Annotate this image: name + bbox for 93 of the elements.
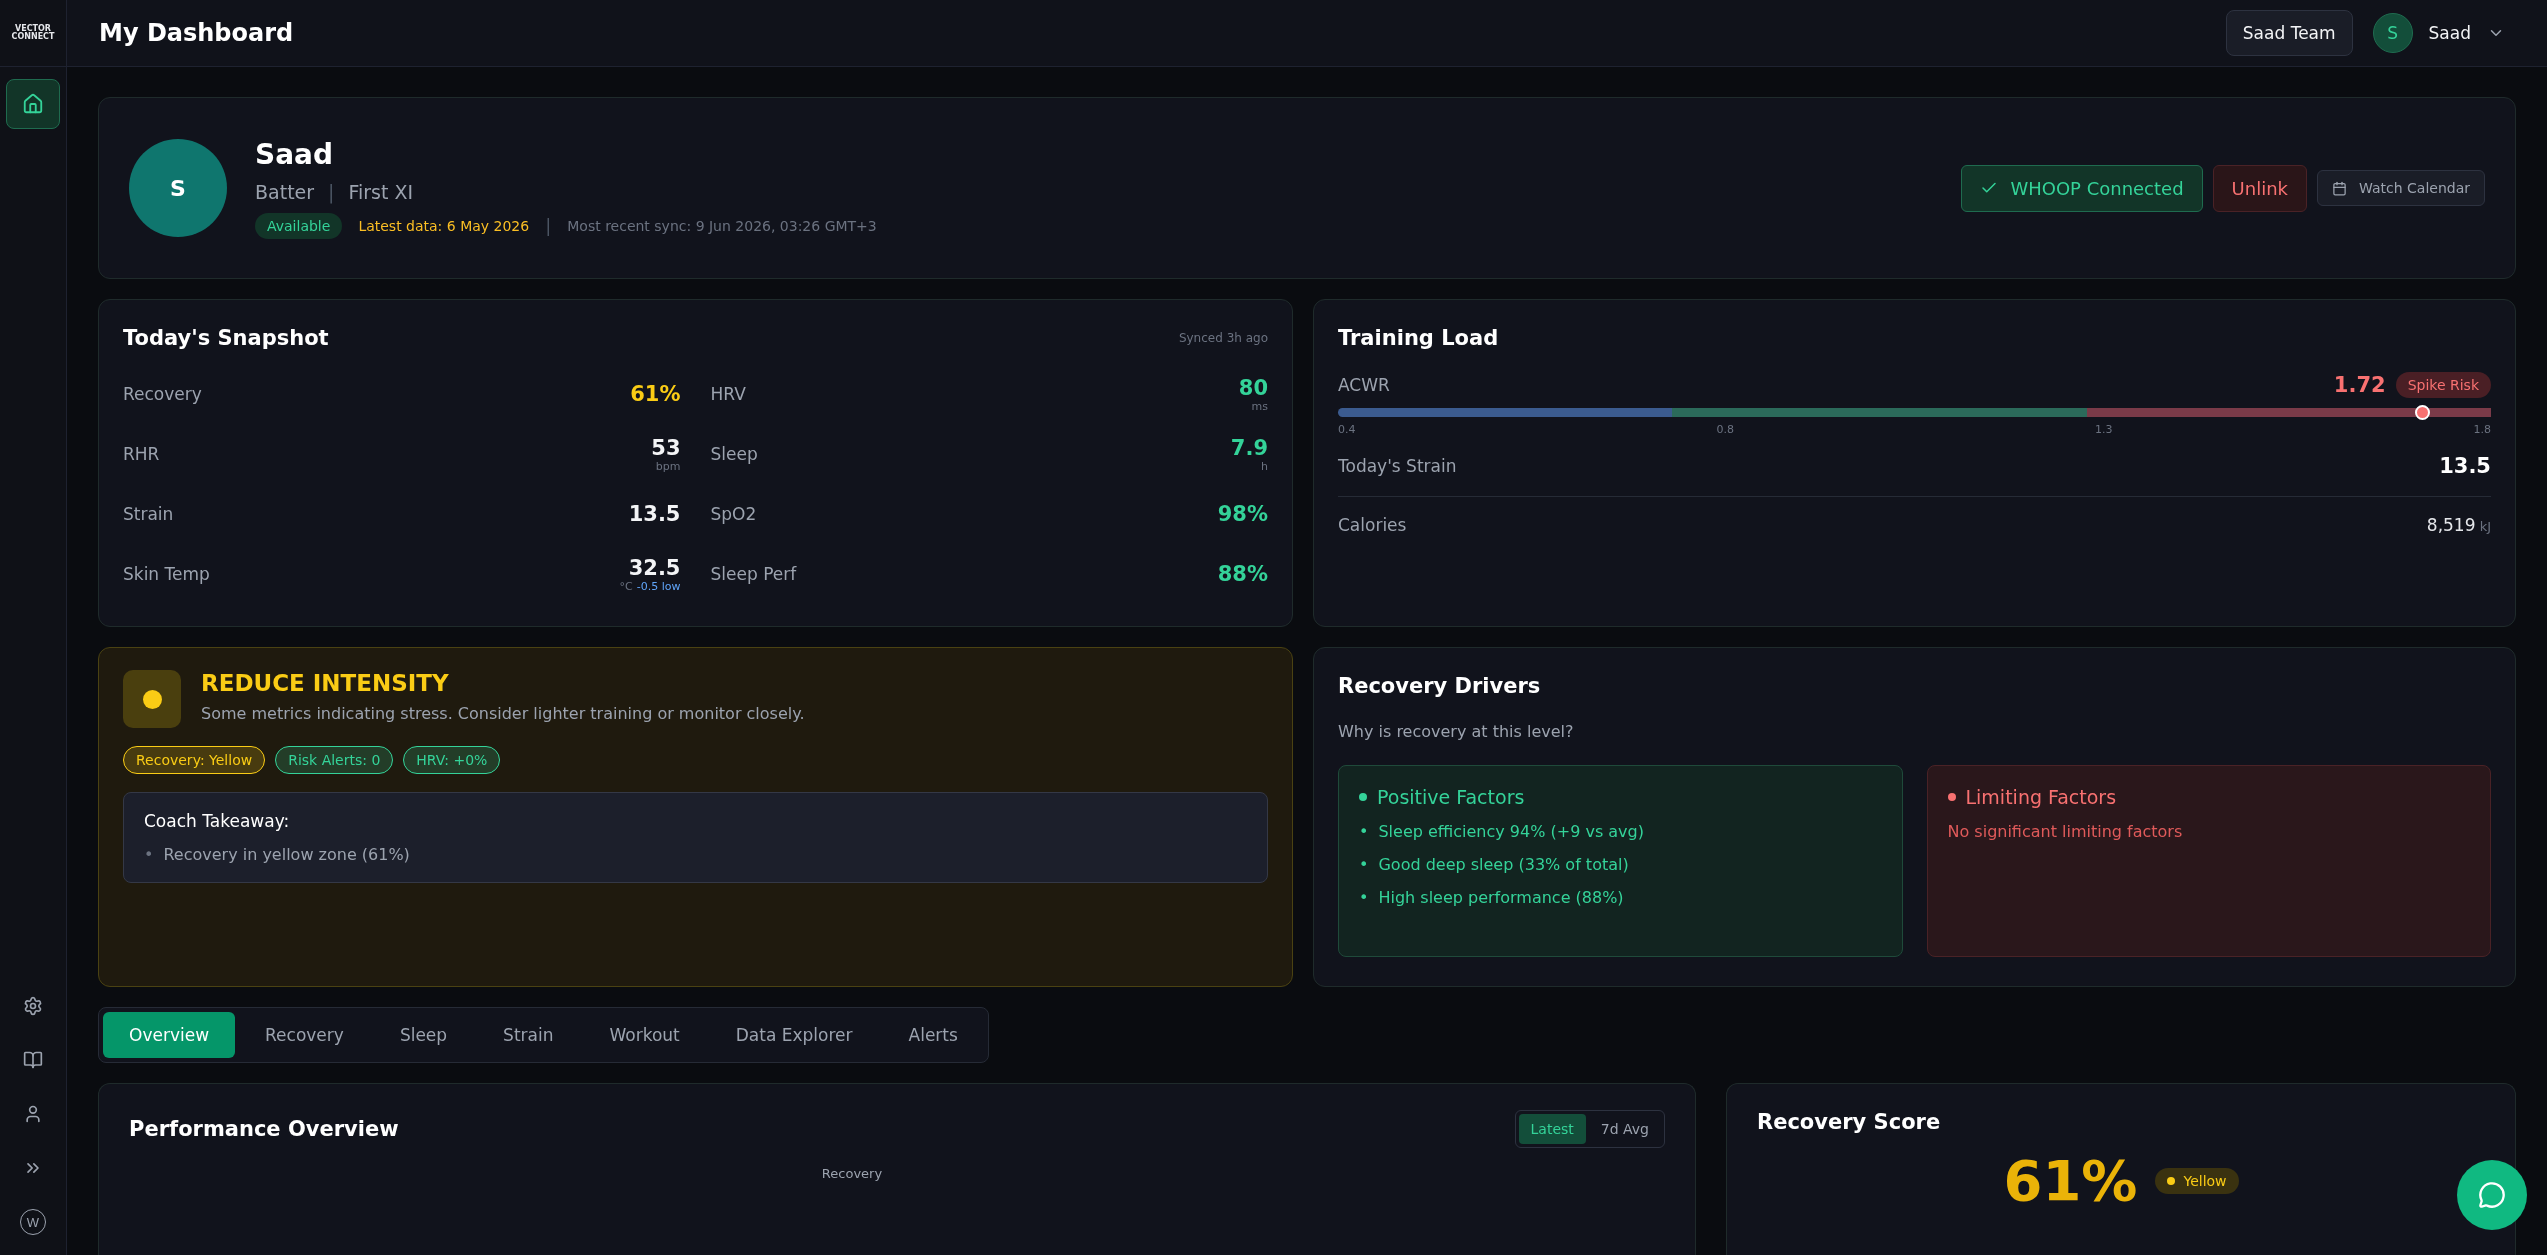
acwr-value: 1.72 xyxy=(2333,373,2386,397)
unlink-button[interactable]: Unlink xyxy=(2212,164,2307,212)
metric-label: Sleep Perf xyxy=(710,564,797,584)
bullet: • xyxy=(144,845,154,864)
acwr-label: ACWR xyxy=(1338,375,1390,395)
metric-label: SpO2 xyxy=(710,504,757,524)
metric-unit: °C xyxy=(619,579,633,593)
synced-text: Synced 3h ago xyxy=(1178,331,1268,345)
metric-label: Strain xyxy=(123,504,174,524)
factor-item: High sleep performance (88%) xyxy=(1378,888,1624,907)
axis-tick: 0.4 xyxy=(1338,423,1356,436)
load-label: Today's Strain xyxy=(1338,456,1457,476)
card-title: Performance Overview xyxy=(129,1117,399,1141)
alert-tag: Recovery: Yellow xyxy=(123,746,266,774)
metric-value: 7.9 xyxy=(1230,435,1268,460)
empty-message: No significant limiting factors xyxy=(1947,822,2184,841)
tab[interactable]: Overview xyxy=(103,1012,236,1058)
load-label: Calories xyxy=(1338,515,1407,535)
tab[interactable]: Data Explorer xyxy=(709,1012,879,1058)
latest-data-text: Latest data: 6 May 2026 xyxy=(358,217,530,234)
metric-label: HRV xyxy=(710,384,746,404)
load-value: 13.5 xyxy=(2439,454,2491,478)
bullet: • xyxy=(1359,888,1369,907)
panel-title: Limiting Factors xyxy=(1947,786,2470,808)
status-badge: Available xyxy=(255,212,343,239)
panel-title: Positive Factors xyxy=(1359,786,1882,808)
avatar: S xyxy=(129,139,227,237)
metric-note: -0.5 low xyxy=(636,579,681,593)
bullet: • xyxy=(1359,855,1369,874)
metric-value: 32.5 xyxy=(628,555,681,580)
user-menu[interactable]: S Saad xyxy=(2372,13,2515,53)
tab[interactable]: Workout xyxy=(583,1012,706,1058)
bullet: • xyxy=(1359,822,1369,841)
tab[interactable]: Strain xyxy=(477,1012,580,1058)
metric-unit: bpm xyxy=(655,459,681,473)
connected-button[interactable]: WHOOP Connected xyxy=(1961,164,2203,212)
book-icon xyxy=(23,1050,43,1070)
athlete-squad: First XI xyxy=(348,180,414,203)
logo: VECTOR CONNECT xyxy=(0,0,66,67)
separator: | xyxy=(545,215,552,236)
sidebar-icon-button[interactable]: W xyxy=(13,1197,53,1247)
alert-tag: HRV: +0% xyxy=(403,746,501,774)
range-toggle[interactable]: Latest xyxy=(1518,1114,1586,1144)
tab[interactable]: Recovery xyxy=(239,1012,370,1058)
card-title: Training Load xyxy=(1338,326,1499,350)
user-icon xyxy=(23,1104,43,1124)
card-title: Today's Snapshot xyxy=(123,326,329,350)
range-toggle[interactable]: 7d Avg xyxy=(1588,1114,1661,1144)
calendar-icon xyxy=(2332,180,2347,196)
metric-label: Sleep xyxy=(710,444,758,464)
metric-label: Recovery xyxy=(123,384,202,404)
calendar-button[interactable]: Watch Calendar xyxy=(2317,170,2485,206)
metric-value: 53 xyxy=(651,435,681,460)
metric-value: 61% xyxy=(630,382,681,406)
metric-label: RHR xyxy=(123,444,160,464)
metric-value: 88% xyxy=(1217,562,1268,586)
chat-bubble-icon xyxy=(2478,1181,2506,1209)
alert-message: Some metrics indicating stress. Consider lighter training or monitor closely. xyxy=(201,704,805,723)
metric-value: 80 xyxy=(1238,375,1268,400)
metric-value: 13.5 xyxy=(628,502,681,526)
page-title: My Dashboard xyxy=(99,19,294,47)
risk-badge: Spike Risk xyxy=(2395,372,2491,398)
metric-label: Skin Temp xyxy=(123,564,210,584)
sync-text: Most recent sync: 9 Jun 2026, 03:26 GMT+3 xyxy=(567,217,877,234)
sidebar-nav-button[interactable] xyxy=(6,79,60,129)
load-unit: kJ xyxy=(2478,519,2491,534)
metric-unit: h xyxy=(1261,459,1268,473)
axis-tick: 1.3 xyxy=(2095,423,2113,436)
card-title: Recovery Drivers xyxy=(1338,674,1541,698)
takeaway-item: Recovery in yellow zone (61%) xyxy=(163,845,410,864)
axis-tick: 0.8 xyxy=(1716,423,1734,436)
athlete-name: Saad xyxy=(255,137,334,171)
settings-icon xyxy=(23,996,43,1016)
alert-title: REDUCE INTENSITY xyxy=(201,670,450,696)
metric-value: 98% xyxy=(1217,502,1268,526)
card-title: Recovery Score xyxy=(1757,1110,1942,1134)
factor-item: Good deep sleep (33% of total) xyxy=(1378,855,1629,874)
team-button[interactable]: Saad Team xyxy=(2225,10,2353,56)
athlete-role: Batter xyxy=(255,180,315,203)
chart-label: Recovery xyxy=(821,1166,883,1181)
zone-badge: Yellow xyxy=(2155,1167,2239,1194)
separator: | xyxy=(328,180,335,203)
recovery-score-value: 61% xyxy=(2003,1148,2138,1213)
axis-tick: 1.8 xyxy=(2473,423,2491,436)
factor-item: Sleep efficiency 94% (+9 vs avg) xyxy=(1378,822,1644,841)
tab[interactable]: Sleep xyxy=(373,1012,474,1058)
tab[interactable]: Alerts xyxy=(882,1012,984,1058)
takeaway-title: Coach Takeaway: xyxy=(144,811,291,831)
load-value: 8,519 xyxy=(2426,515,2476,535)
metric-unit: ms xyxy=(1251,399,1268,413)
alert-tag: Risk Alerts: 0 xyxy=(275,746,394,774)
home-icon xyxy=(22,93,44,115)
drivers-subtitle: Why is recovery at this level? xyxy=(1338,722,1575,741)
